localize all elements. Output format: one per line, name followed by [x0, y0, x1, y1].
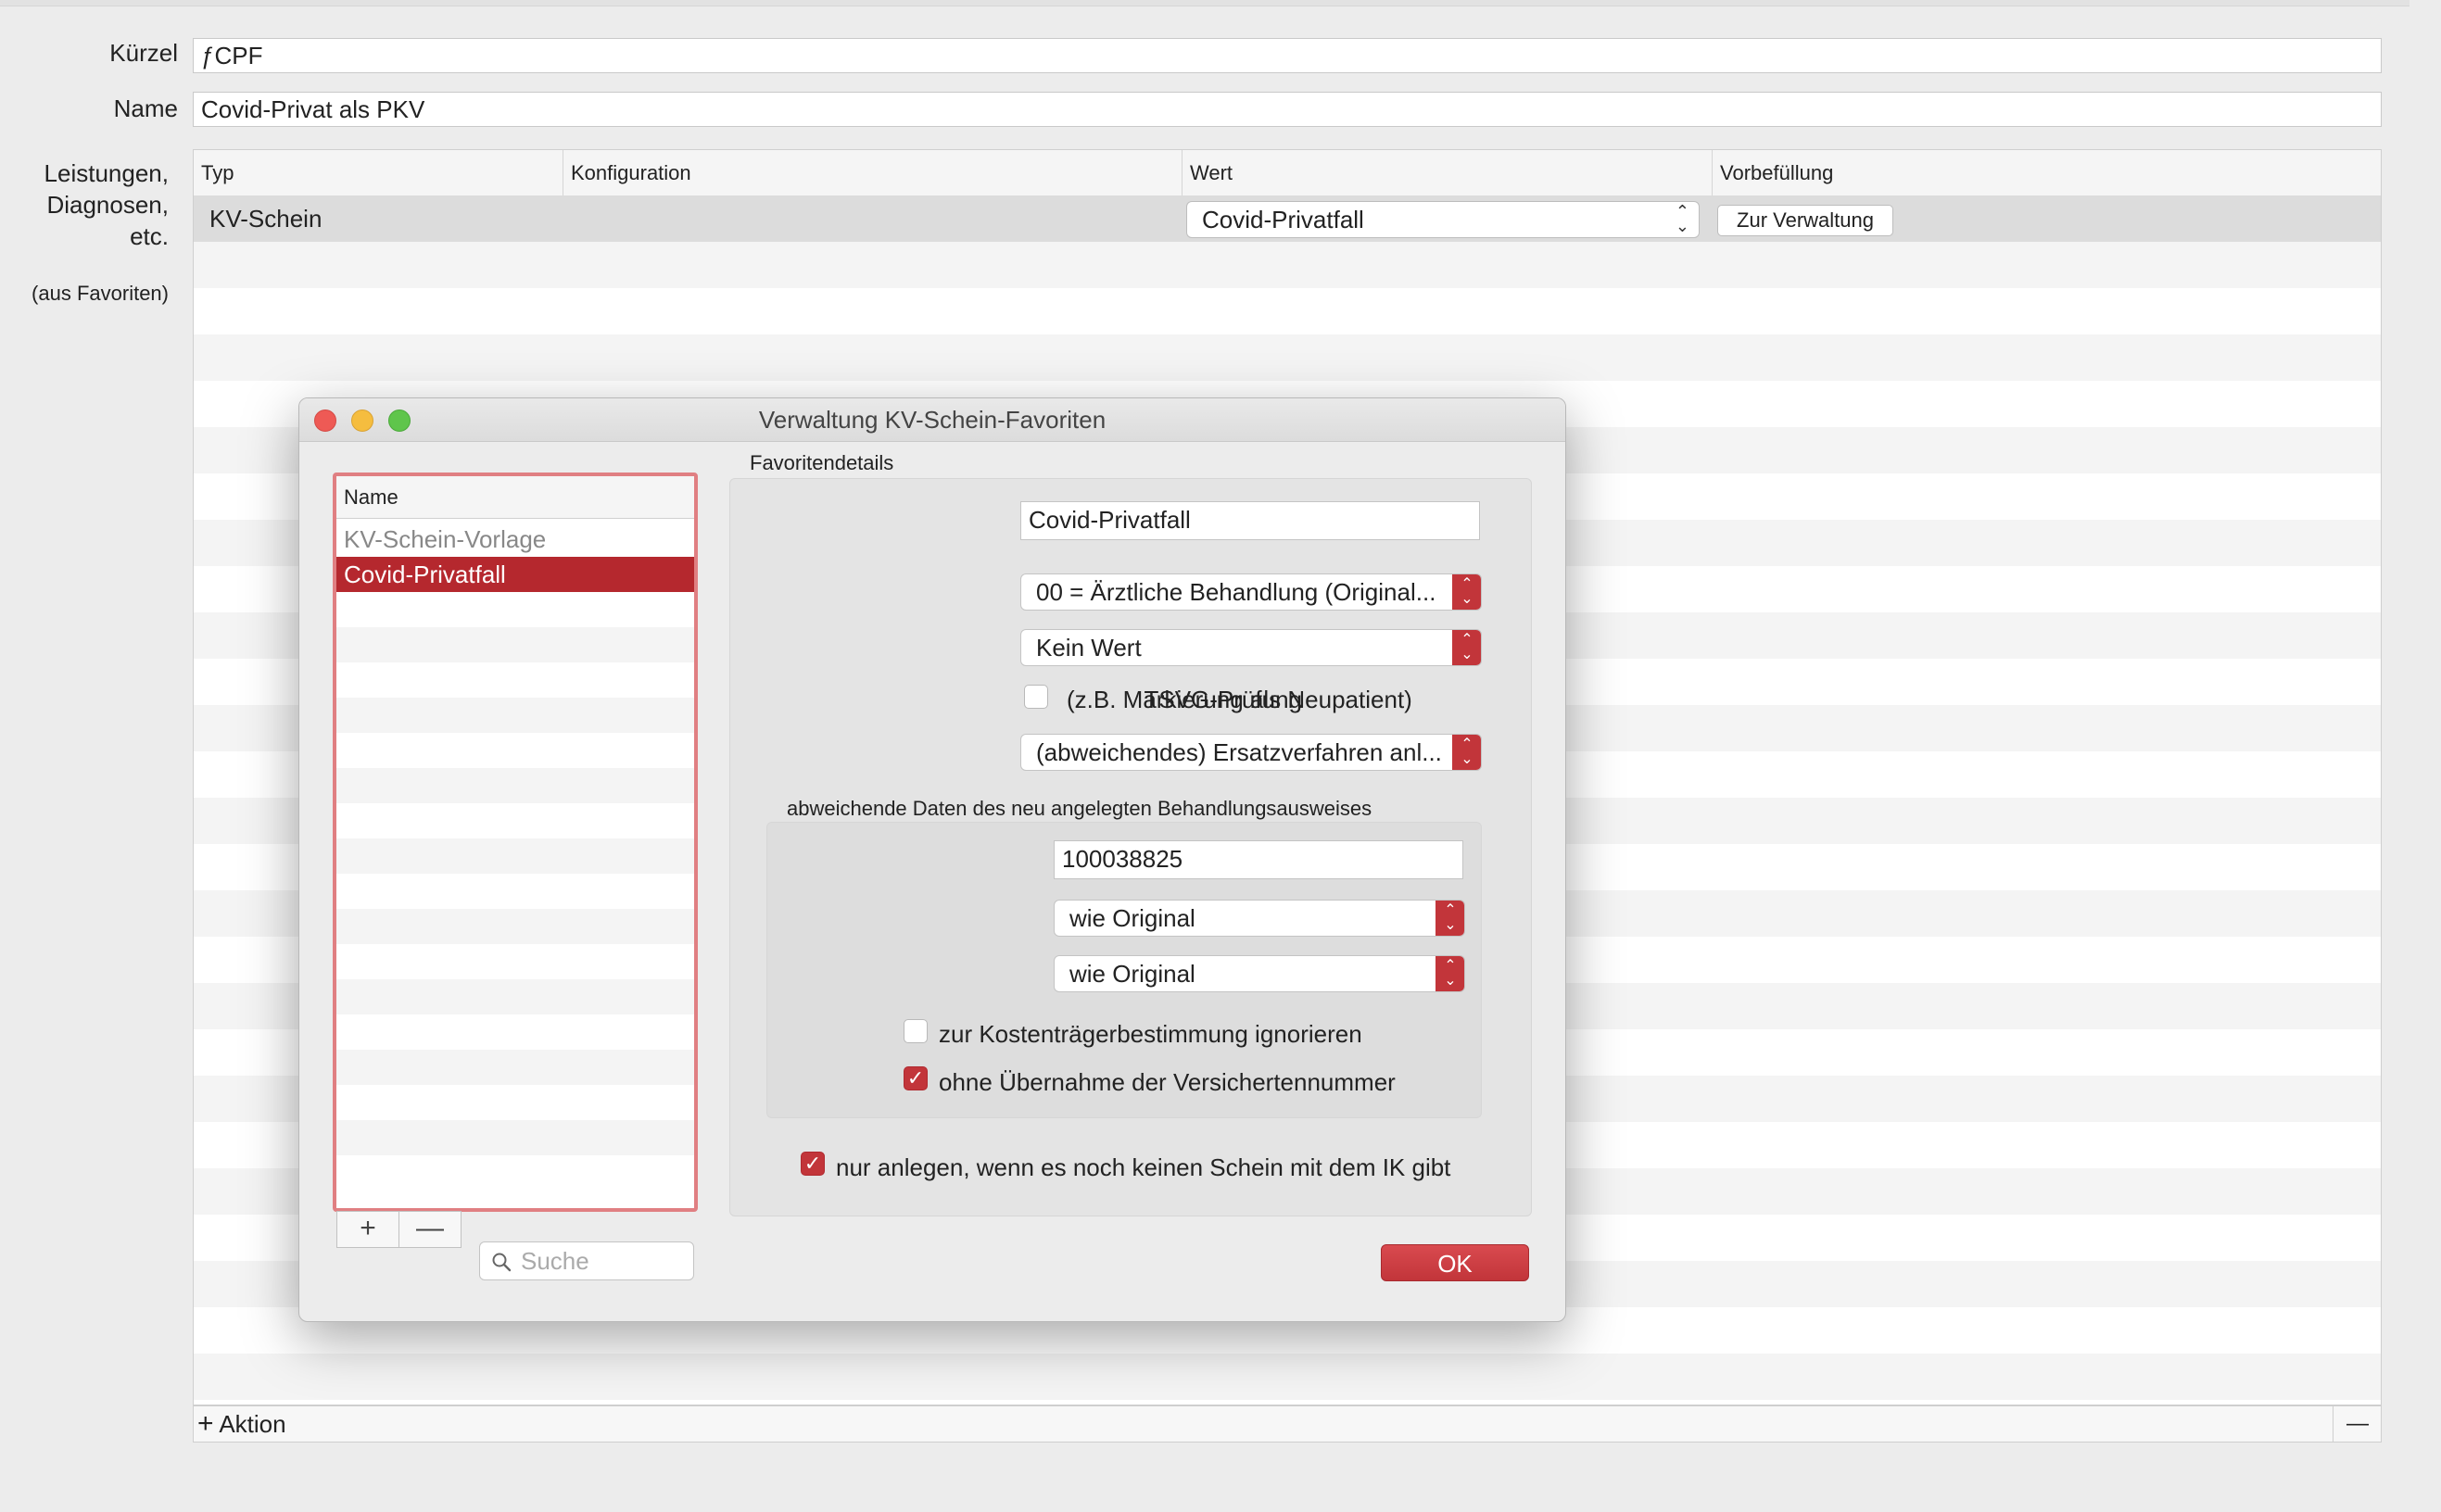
empty-list-row: [336, 768, 694, 803]
ignore-checkbox-label: zur Kostenträgerbestimmung ignorieren: [939, 1020, 1362, 1048]
favoritendetails-label: Favoritendetails: [750, 451, 894, 474]
up-down-chevron-icon: ⌃ ⌄: [1452, 735, 1481, 770]
up-down-chevron-icon: ⌃ ⌄: [1436, 956, 1464, 991]
add-action-label: Aktion: [219, 1410, 286, 1438]
leistungen-label-line1: Leistungen,: [44, 159, 169, 187]
behandlungsausweis-select[interactable]: (abweichendes) Ersatzverfahren anl... ⌃ ⌄: [1020, 734, 1482, 771]
up-down-chevron-icon: ⌃ ⌄: [1436, 901, 1464, 936]
versichertenart-select[interactable]: wie Original ⌃ ⌄: [1054, 900, 1465, 937]
wert-select-value: Covid-Privatfall: [1202, 206, 1364, 233]
scheinart-select[interactable]: 00 = Ärztliche Behandlung (Original... ⌃…: [1020, 573, 1482, 611]
up-down-chevron-icon: ⌃ ⌄: [1452, 574, 1481, 610]
nur-anlegen-checkbox[interactable]: ✓: [801, 1152, 825, 1176]
personengruppe-value: wie Original: [1069, 960, 1195, 988]
table-row[interactable]: KV-Schein Covid-Privatfall ⌃ ⌄ Zur Verwal…: [194, 195, 2381, 242]
table-bottom-bar: + Aktion —: [193, 1405, 2382, 1443]
versichertenart-value: wie Original: [1069, 904, 1195, 932]
empty-list-row: [336, 1050, 694, 1085]
empty-list-row: [336, 1120, 694, 1155]
remove-favorite-button[interactable]: —: [398, 1211, 462, 1248]
leistungen-label-line3: etc.: [130, 222, 169, 250]
detail-name-field[interactable]: Covid-Privatfall: [1020, 501, 1480, 540]
tsvg-checkbox[interactable]: [1024, 685, 1048, 709]
empty-list-row: [336, 874, 694, 909]
empty-list-row: [336, 662, 694, 698]
empty-list-row: [336, 1014, 694, 1050]
table-header: Typ Konfiguration Wert Vorbefüllung: [194, 150, 2381, 196]
ohne-uebernahme-label: ohne Übernahme der Versichertennummer: [939, 1068, 1396, 1096]
kuerzel-label: Kürzel: [109, 39, 178, 67]
empty-list-row: [336, 1085, 694, 1120]
empty-list-row: [336, 909, 694, 944]
window-top-edge: [0, 0, 2409, 6]
nur-anlegen-label: nur anlegen, wenn es noch keinen Schein …: [836, 1153, 1451, 1181]
personengruppe-select[interactable]: wie Original ⌃ ⌄: [1054, 955, 1465, 992]
up-down-chevron-icon: ⌃ ⌄: [1675, 202, 1689, 235]
kv-schein-favoriten-dialog: Verwaltung KV-Schein-Favoriten Name KV-S…: [298, 397, 1566, 1322]
empty-list-row: [336, 627, 694, 662]
column-header-typ[interactable]: Typ: [194, 150, 563, 195]
leistungen-label-line2: Diagnosen,: [46, 191, 169, 219]
name-label: Name: [113, 94, 178, 122]
empty-list-row: [336, 1155, 694, 1191]
empty-row: [194, 1354, 2381, 1400]
search-placeholder: Suche: [521, 1247, 589, 1275]
row-typ-cell: KV-Schein: [209, 205, 323, 233]
search-field[interactable]: Suche: [479, 1241, 694, 1280]
empty-list-row: [336, 979, 694, 1014]
favoriten-list[interactable]: Name KV-Schein-Vorlage Covid-Privatfall: [333, 472, 698, 1212]
list-item-selected[interactable]: Covid-Privatfall: [336, 557, 694, 592]
column-header-konfiguration[interactable]: Konfiguration: [563, 150, 1182, 195]
wert-select[interactable]: Covid-Privatfall ⌃ ⌄: [1186, 201, 1700, 238]
dialog-titlebar: Verwaltung KV-Schein-Favoriten: [299, 398, 1565, 442]
search-icon: [492, 1253, 512, 1272]
checkmark-icon: ✓: [906, 1066, 925, 1090]
checkmark-icon: ✓: [803, 1152, 822, 1175]
column-header-vorbefuellung[interactable]: Vorbefüllung: [1712, 150, 2381, 195]
ohne-uebernahme-checkbox[interactable]: ✓: [904, 1066, 928, 1090]
ktab-value: Kein Wert: [1036, 634, 1142, 662]
zur-verwaltung-button[interactable]: Zur Verwaltung: [1717, 205, 1893, 236]
kuerzel-field[interactable]: ƒCPF: [193, 38, 2382, 73]
add-favorite-button[interactable]: +: [336, 1211, 399, 1248]
empty-row: [194, 334, 2381, 381]
tsvg-checkbox-text: (z.B. Markierung als Neupatient): [1067, 686, 1412, 713]
remove-action-button[interactable]: —: [2333, 1406, 2382, 1442]
name-field[interactable]: Covid-Privat als PKV: [193, 92, 2382, 127]
abweichende-daten-label: abweichende Daten des neu angelegten Beh…: [787, 797, 1372, 820]
empty-list-row: [336, 733, 694, 768]
empty-row: [194, 288, 2381, 334]
empty-list-row: [336, 592, 694, 627]
list-item[interactable]: KV-Schein-Vorlage: [336, 522, 694, 557]
leistungen-label: Leistungen, Diagnosen, etc.: [9, 158, 169, 252]
plus-icon: +: [197, 1408, 214, 1439]
empty-list-row: [336, 838, 694, 874]
behandlungsausweis-value: (abweichendes) Ersatzverfahren anl...: [1036, 738, 1442, 766]
kostentraeger-field[interactable]: 100038825: [1054, 840, 1463, 879]
dialog-title: Verwaltung KV-Schein-Favoriten: [758, 406, 1107, 434]
ignore-checkbox[interactable]: [904, 1019, 928, 1043]
empty-list-row: [336, 698, 694, 733]
empty-row: [194, 242, 2381, 288]
favoriten-note: (aus Favoriten): [32, 282, 169, 305]
empty-list-row: [336, 803, 694, 838]
ktab-select[interactable]: Kein Wert ⌃ ⌄: [1020, 629, 1482, 666]
add-action-button[interactable]: + Aktion: [194, 1406, 286, 1442]
list-header[interactable]: Name: [336, 476, 694, 519]
column-header-wert[interactable]: Wert: [1182, 150, 1712, 195]
scheinart-value: 00 = Ärztliche Behandlung (Original...: [1036, 578, 1436, 606]
up-down-chevron-icon: ⌃ ⌄: [1452, 630, 1481, 665]
ok-button[interactable]: OK: [1381, 1244, 1529, 1281]
empty-list-row: [336, 944, 694, 979]
